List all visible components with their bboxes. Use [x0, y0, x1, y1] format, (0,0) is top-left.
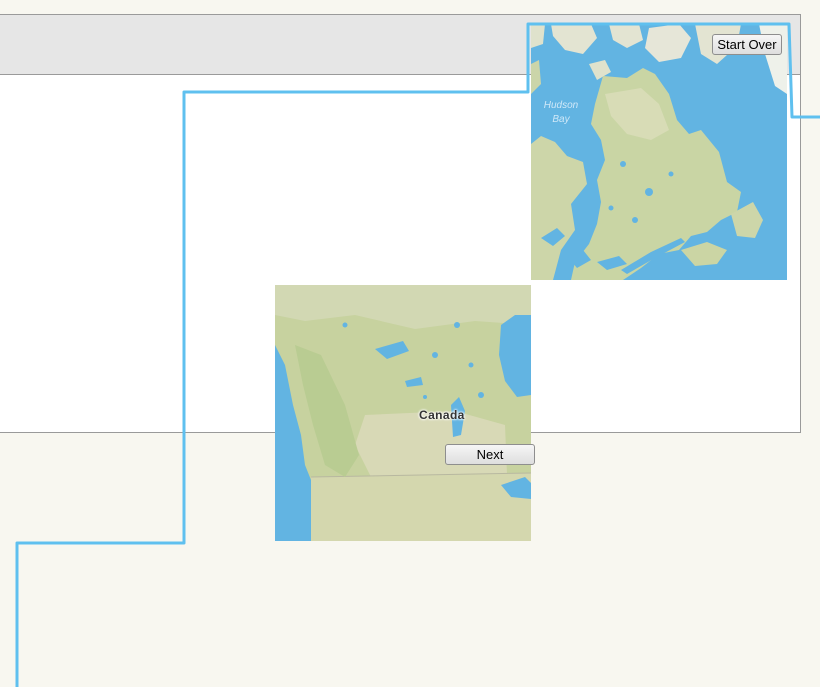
map-tile-eastern-canada[interactable]	[531, 24, 787, 280]
start-over-button[interactable]: Start Over	[712, 34, 782, 55]
map-water-label-line1: Hudson	[543, 100, 579, 111]
map-tile-western-canada[interactable]	[275, 285, 531, 541]
map-country-label: Canada	[419, 408, 465, 422]
map-water-label: Hudson Bay	[541, 99, 581, 127]
map-water-label-line2: Bay	[552, 114, 570, 125]
next-button[interactable]: Next	[445, 444, 535, 465]
